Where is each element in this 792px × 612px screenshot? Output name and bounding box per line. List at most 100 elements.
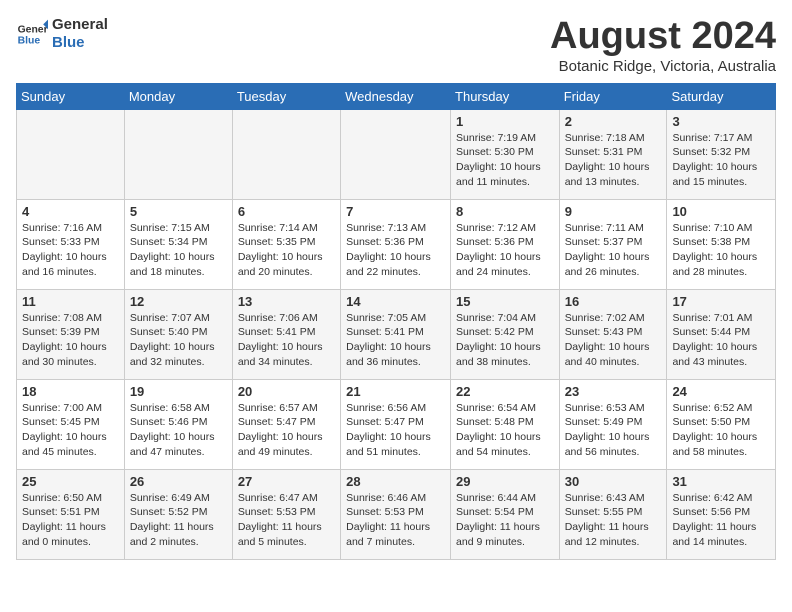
day-number: 18 bbox=[22, 384, 119, 399]
day-info: Sunrise: 6:46 AMSunset: 5:53 PMDaylight:… bbox=[346, 491, 445, 550]
calendar-day-cell: 2 Sunrise: 7:18 AMSunset: 5:31 PMDaylight… bbox=[559, 109, 667, 199]
day-info: Sunrise: 6:49 AMSunset: 5:52 PMDaylight:… bbox=[130, 491, 227, 550]
logo-icon: General Blue bbox=[16, 18, 48, 50]
calendar-day-cell: 29 Sunrise: 6:44 AMSunset: 5:54 PMDayligh… bbox=[451, 469, 560, 559]
calendar-day-cell: 22 Sunrise: 6:54 AMSunset: 5:48 PMDayligh… bbox=[451, 379, 560, 469]
day-info: Sunrise: 7:19 AMSunset: 5:30 PMDaylight:… bbox=[456, 131, 554, 190]
day-info: Sunrise: 7:06 AMSunset: 5:41 PMDaylight:… bbox=[238, 311, 335, 370]
calendar-week-row: 4Sunrise: 7:16 AMSunset: 5:33 PMDaylight… bbox=[17, 199, 776, 289]
calendar-day-cell: 26Sunrise: 6:49 AMSunset: 5:52 PMDayligh… bbox=[124, 469, 232, 559]
day-number: 20 bbox=[238, 384, 335, 399]
location-subtitle: Botanic Ridge, Victoria, Australia bbox=[550, 58, 776, 75]
day-info: Sunrise: 6:42 AMSunset: 5:56 PMDaylight:… bbox=[672, 491, 770, 550]
day-number: 19 bbox=[130, 384, 227, 399]
day-info: Sunrise: 7:02 AMSunset: 5:43 PMDaylight:… bbox=[565, 311, 662, 370]
calendar-day-cell: 9 Sunrise: 7:11 AMSunset: 5:37 PMDaylight… bbox=[559, 199, 667, 289]
day-number: 3 bbox=[672, 114, 770, 129]
day-info: Sunrise: 7:11 AMSunset: 5:37 PMDaylight:… bbox=[565, 221, 662, 280]
day-number: 5 bbox=[130, 204, 227, 219]
calendar-day-cell: 31 Sunrise: 6:42 AMSunset: 5:56 PMDayligh… bbox=[667, 469, 776, 559]
day-number: 22 bbox=[456, 384, 554, 399]
day-info: Sunrise: 7:16 AMSunset: 5:33 PMDaylight:… bbox=[22, 221, 119, 280]
weekday-header-cell: Tuesday bbox=[232, 83, 340, 109]
calendar-day-cell: 1Sunrise: 7:19 AMSunset: 5:30 PMDaylight… bbox=[451, 109, 560, 199]
day-number: 27 bbox=[238, 474, 335, 489]
day-number: 14 bbox=[346, 294, 445, 309]
month-title: August 2024 bbox=[550, 16, 776, 58]
weekday-header-cell: Monday bbox=[124, 83, 232, 109]
day-info: Sunrise: 6:50 AMSunset: 5:51 PMDaylight:… bbox=[22, 491, 119, 550]
day-number: 7 bbox=[346, 204, 445, 219]
day-number: 16 bbox=[565, 294, 662, 309]
calendar-day-cell: 3 Sunrise: 7:17 AMSunset: 5:32 PMDaylight… bbox=[667, 109, 776, 199]
day-info: Sunrise: 7:05 AMSunset: 5:41 PMDaylight:… bbox=[346, 311, 445, 370]
day-info: Sunrise: 6:47 AMSunset: 5:53 PMDaylight:… bbox=[238, 491, 335, 550]
day-number: 30 bbox=[565, 474, 662, 489]
calendar-day-cell: 7Sunrise: 7:13 AMSunset: 5:36 PMDaylight… bbox=[341, 199, 451, 289]
day-number: 29 bbox=[456, 474, 554, 489]
day-info: Sunrise: 6:54 AMSunset: 5:48 PMDaylight:… bbox=[456, 401, 554, 460]
calendar-day-cell: 19Sunrise: 6:58 AMSunset: 5:46 PMDayligh… bbox=[124, 379, 232, 469]
day-number: 21 bbox=[346, 384, 445, 399]
day-number: 6 bbox=[238, 204, 335, 219]
calendar-week-row: 18 Sunrise: 7:00 AMSunset: 5:45 PMDayligh… bbox=[17, 379, 776, 469]
calendar-week-row: 1Sunrise: 7:19 AMSunset: 5:30 PMDaylight… bbox=[17, 109, 776, 199]
calendar-day-cell: 10Sunrise: 7:10 AMSunset: 5:38 PMDayligh… bbox=[667, 199, 776, 289]
calendar-day-cell: 5 Sunrise: 7:15 AMSunset: 5:34 PMDaylight… bbox=[124, 199, 232, 289]
calendar-day-cell: 30Sunrise: 6:43 AMSunset: 5:55 PMDayligh… bbox=[559, 469, 667, 559]
weekday-header-row: SundayMondayTuesdayWednesdayThursdayFrid… bbox=[17, 83, 776, 109]
day-number: 15 bbox=[456, 294, 554, 309]
calendar-day-cell: 12Sunrise: 7:07 AMSunset: 5:40 PMDayligh… bbox=[124, 289, 232, 379]
day-info: Sunrise: 7:04 AMSunset: 5:42 PMDaylight:… bbox=[456, 311, 554, 370]
weekday-header-cell: Wednesday bbox=[341, 83, 451, 109]
calendar-day-cell bbox=[232, 109, 340, 199]
day-info: Sunrise: 7:08 AMSunset: 5:39 PMDaylight:… bbox=[22, 311, 119, 370]
calendar-day-cell: 4Sunrise: 7:16 AMSunset: 5:33 PMDaylight… bbox=[17, 199, 125, 289]
svg-text:General: General bbox=[18, 24, 48, 35]
day-number: 31 bbox=[672, 474, 770, 489]
day-number: 9 bbox=[565, 204, 662, 219]
calendar-body: 1Sunrise: 7:19 AMSunset: 5:30 PMDaylight… bbox=[17, 109, 776, 559]
weekday-header-cell: Sunday bbox=[17, 83, 125, 109]
day-number: 28 bbox=[346, 474, 445, 489]
calendar-table: SundayMondayTuesdayWednesdayThursdayFrid… bbox=[16, 83, 776, 560]
svg-text:Blue: Blue bbox=[18, 36, 41, 47]
calendar-day-cell: 25 Sunrise: 6:50 AMSunset: 5:51 PMDayligh… bbox=[17, 469, 125, 559]
weekday-header-cell: Thursday bbox=[451, 83, 560, 109]
calendar-day-cell: 20 Sunrise: 6:57 AMSunset: 5:47 PMDayligh… bbox=[232, 379, 340, 469]
day-info: Sunrise: 7:17 AMSunset: 5:32 PMDaylight:… bbox=[672, 131, 770, 190]
calendar-day-cell: 21 Sunrise: 6:56 AMSunset: 5:47 PMDayligh… bbox=[341, 379, 451, 469]
day-number: 8 bbox=[456, 204, 554, 219]
day-number: 25 bbox=[22, 474, 119, 489]
title-block: August 2024 Botanic Ridge, Victoria, Aus… bbox=[550, 16, 776, 75]
calendar-day-cell: 18 Sunrise: 7:00 AMSunset: 5:45 PMDayligh… bbox=[17, 379, 125, 469]
calendar-day-cell: 8Sunrise: 7:12 AMSunset: 5:36 PMDaylight… bbox=[451, 199, 560, 289]
day-number: 12 bbox=[130, 294, 227, 309]
day-info: Sunrise: 6:56 AMSunset: 5:47 PMDaylight:… bbox=[346, 401, 445, 460]
calendar-day-cell: 17Sunrise: 7:01 AMSunset: 5:44 PMDayligh… bbox=[667, 289, 776, 379]
calendar-day-cell: 14 Sunrise: 7:05 AMSunset: 5:41 PMDayligh… bbox=[341, 289, 451, 379]
calendar-week-row: 11 Sunrise: 7:08 AMSunset: 5:39 PMDayligh… bbox=[17, 289, 776, 379]
calendar-day-cell: 11 Sunrise: 7:08 AMSunset: 5:39 PMDayligh… bbox=[17, 289, 125, 379]
day-info: Sunrise: 7:15 AMSunset: 5:34 PMDaylight:… bbox=[130, 221, 227, 280]
day-info: Sunrise: 7:18 AMSunset: 5:31 PMDaylight:… bbox=[565, 131, 662, 190]
day-number: 13 bbox=[238, 294, 335, 309]
day-number: 2 bbox=[565, 114, 662, 129]
calendar-day-cell: 27 Sunrise: 6:47 AMSunset: 5:53 PMDayligh… bbox=[232, 469, 340, 559]
calendar-day-cell bbox=[124, 109, 232, 199]
day-info: Sunrise: 6:44 AMSunset: 5:54 PMDaylight:… bbox=[456, 491, 554, 550]
day-number: 11 bbox=[22, 294, 119, 309]
day-info: Sunrise: 6:57 AMSunset: 5:47 PMDaylight:… bbox=[238, 401, 335, 460]
day-info: Sunrise: 7:14 AMSunset: 5:35 PMDaylight:… bbox=[238, 221, 335, 280]
logo-line2: Blue bbox=[52, 34, 108, 52]
day-info: Sunrise: 7:00 AMSunset: 5:45 PMDaylight:… bbox=[22, 401, 119, 460]
weekday-header-cell: Friday bbox=[559, 83, 667, 109]
calendar-day-cell: 13 Sunrise: 7:06 AMSunset: 5:41 PMDayligh… bbox=[232, 289, 340, 379]
page-header: General Blue General Blue August 2024 Bo… bbox=[16, 16, 776, 75]
day-number: 24 bbox=[672, 384, 770, 399]
day-info: Sunrise: 6:53 AMSunset: 5:49 PMDaylight:… bbox=[565, 401, 662, 460]
logo-line1: General bbox=[52, 16, 108, 34]
day-number: 23 bbox=[565, 384, 662, 399]
calendar-week-row: 25 Sunrise: 6:50 AMSunset: 5:51 PMDayligh… bbox=[17, 469, 776, 559]
calendar-day-cell: 16 Sunrise: 7:02 AMSunset: 5:43 PMDayligh… bbox=[559, 289, 667, 379]
